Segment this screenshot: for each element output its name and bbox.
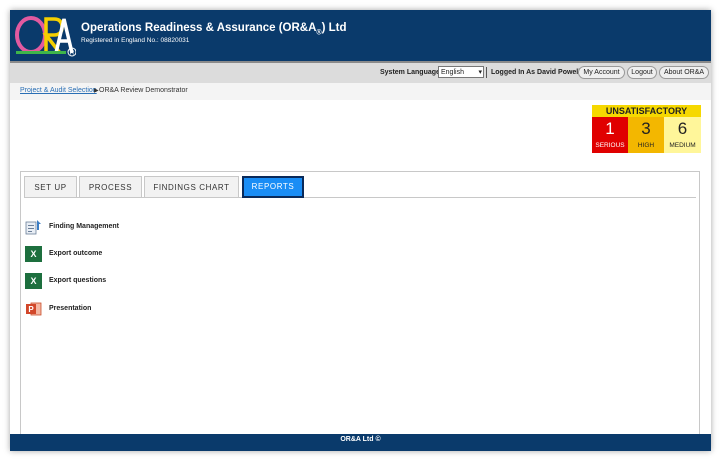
tabs-divider — [24, 197, 696, 198]
divider — [486, 67, 487, 78]
about-button[interactable]: About OR&A — [659, 66, 709, 79]
chevron-down-icon: ▾ — [478, 69, 482, 76]
main-content: Project & Audit Selection ▶ OR&A Review … — [10, 83, 711, 445]
excel-icon: X — [25, 273, 42, 289]
footer: OR&A Ltd © — [10, 434, 711, 451]
company-name: Operations Readiness & Assurance (OR&A®)… — [81, 22, 347, 37]
company-logo[interactable]: R — [12, 13, 76, 57]
tab-process[interactable]: PROCESS — [79, 176, 142, 198]
tab-reports[interactable]: REPORTS — [242, 176, 304, 198]
high-count[interactable]: 3 HIGH — [628, 117, 664, 153]
breadcrumb-arrow-icon: ▶ — [94, 88, 99, 94]
tab-findings-chart[interactable]: FINDINGS CHART — [144, 176, 239, 198]
svg-text:R: R — [70, 51, 75, 57]
breadcrumb-current: OR&A Review Demonstrator — [99, 87, 188, 94]
breadcrumb-link[interactable]: Project & Audit Selection — [20, 87, 97, 94]
language-select[interactable]: English ▾ — [438, 66, 484, 78]
tab-panel: SET UP PROCESS FINDINGS CHART REPORTS Fi… — [20, 171, 700, 445]
my-account-button[interactable]: My Account — [578, 66, 625, 79]
system-language-label: System Language — [380, 69, 440, 76]
tab-set-up[interactable]: SET UP — [24, 176, 77, 198]
svg-text:P: P — [28, 305, 34, 314]
finding-management-icon — [25, 220, 41, 235]
excel-icon: X — [25, 246, 42, 262]
top-toolbar: System Language English ▾ Logged In As Da… — [10, 61, 711, 83]
app-window: R Operations Readiness & Assurance (OR&A… — [10, 10, 711, 451]
logout-button[interactable]: Logout — [627, 66, 657, 79]
header: R Operations Readiness & Assurance (OR&A… — [10, 10, 711, 59]
logged-in-label: Logged In As David Powell — [491, 69, 581, 76]
status-summary: UNSATISFACTORY 1 SERIOUS 3 HIGH 6 MEDIUM — [592, 105, 701, 153]
breadcrumb: Project & Audit Selection ▶ OR&A Review … — [10, 83, 711, 100]
medium-count[interactable]: 6 MEDIUM — [664, 117, 701, 153]
registration-number: Registered in England No.: 08820031 — [81, 37, 190, 44]
serious-count[interactable]: 1 SERIOUS — [592, 117, 628, 153]
powerpoint-icon: P — [26, 302, 42, 316]
status-title: UNSATISFACTORY — [592, 105, 701, 117]
